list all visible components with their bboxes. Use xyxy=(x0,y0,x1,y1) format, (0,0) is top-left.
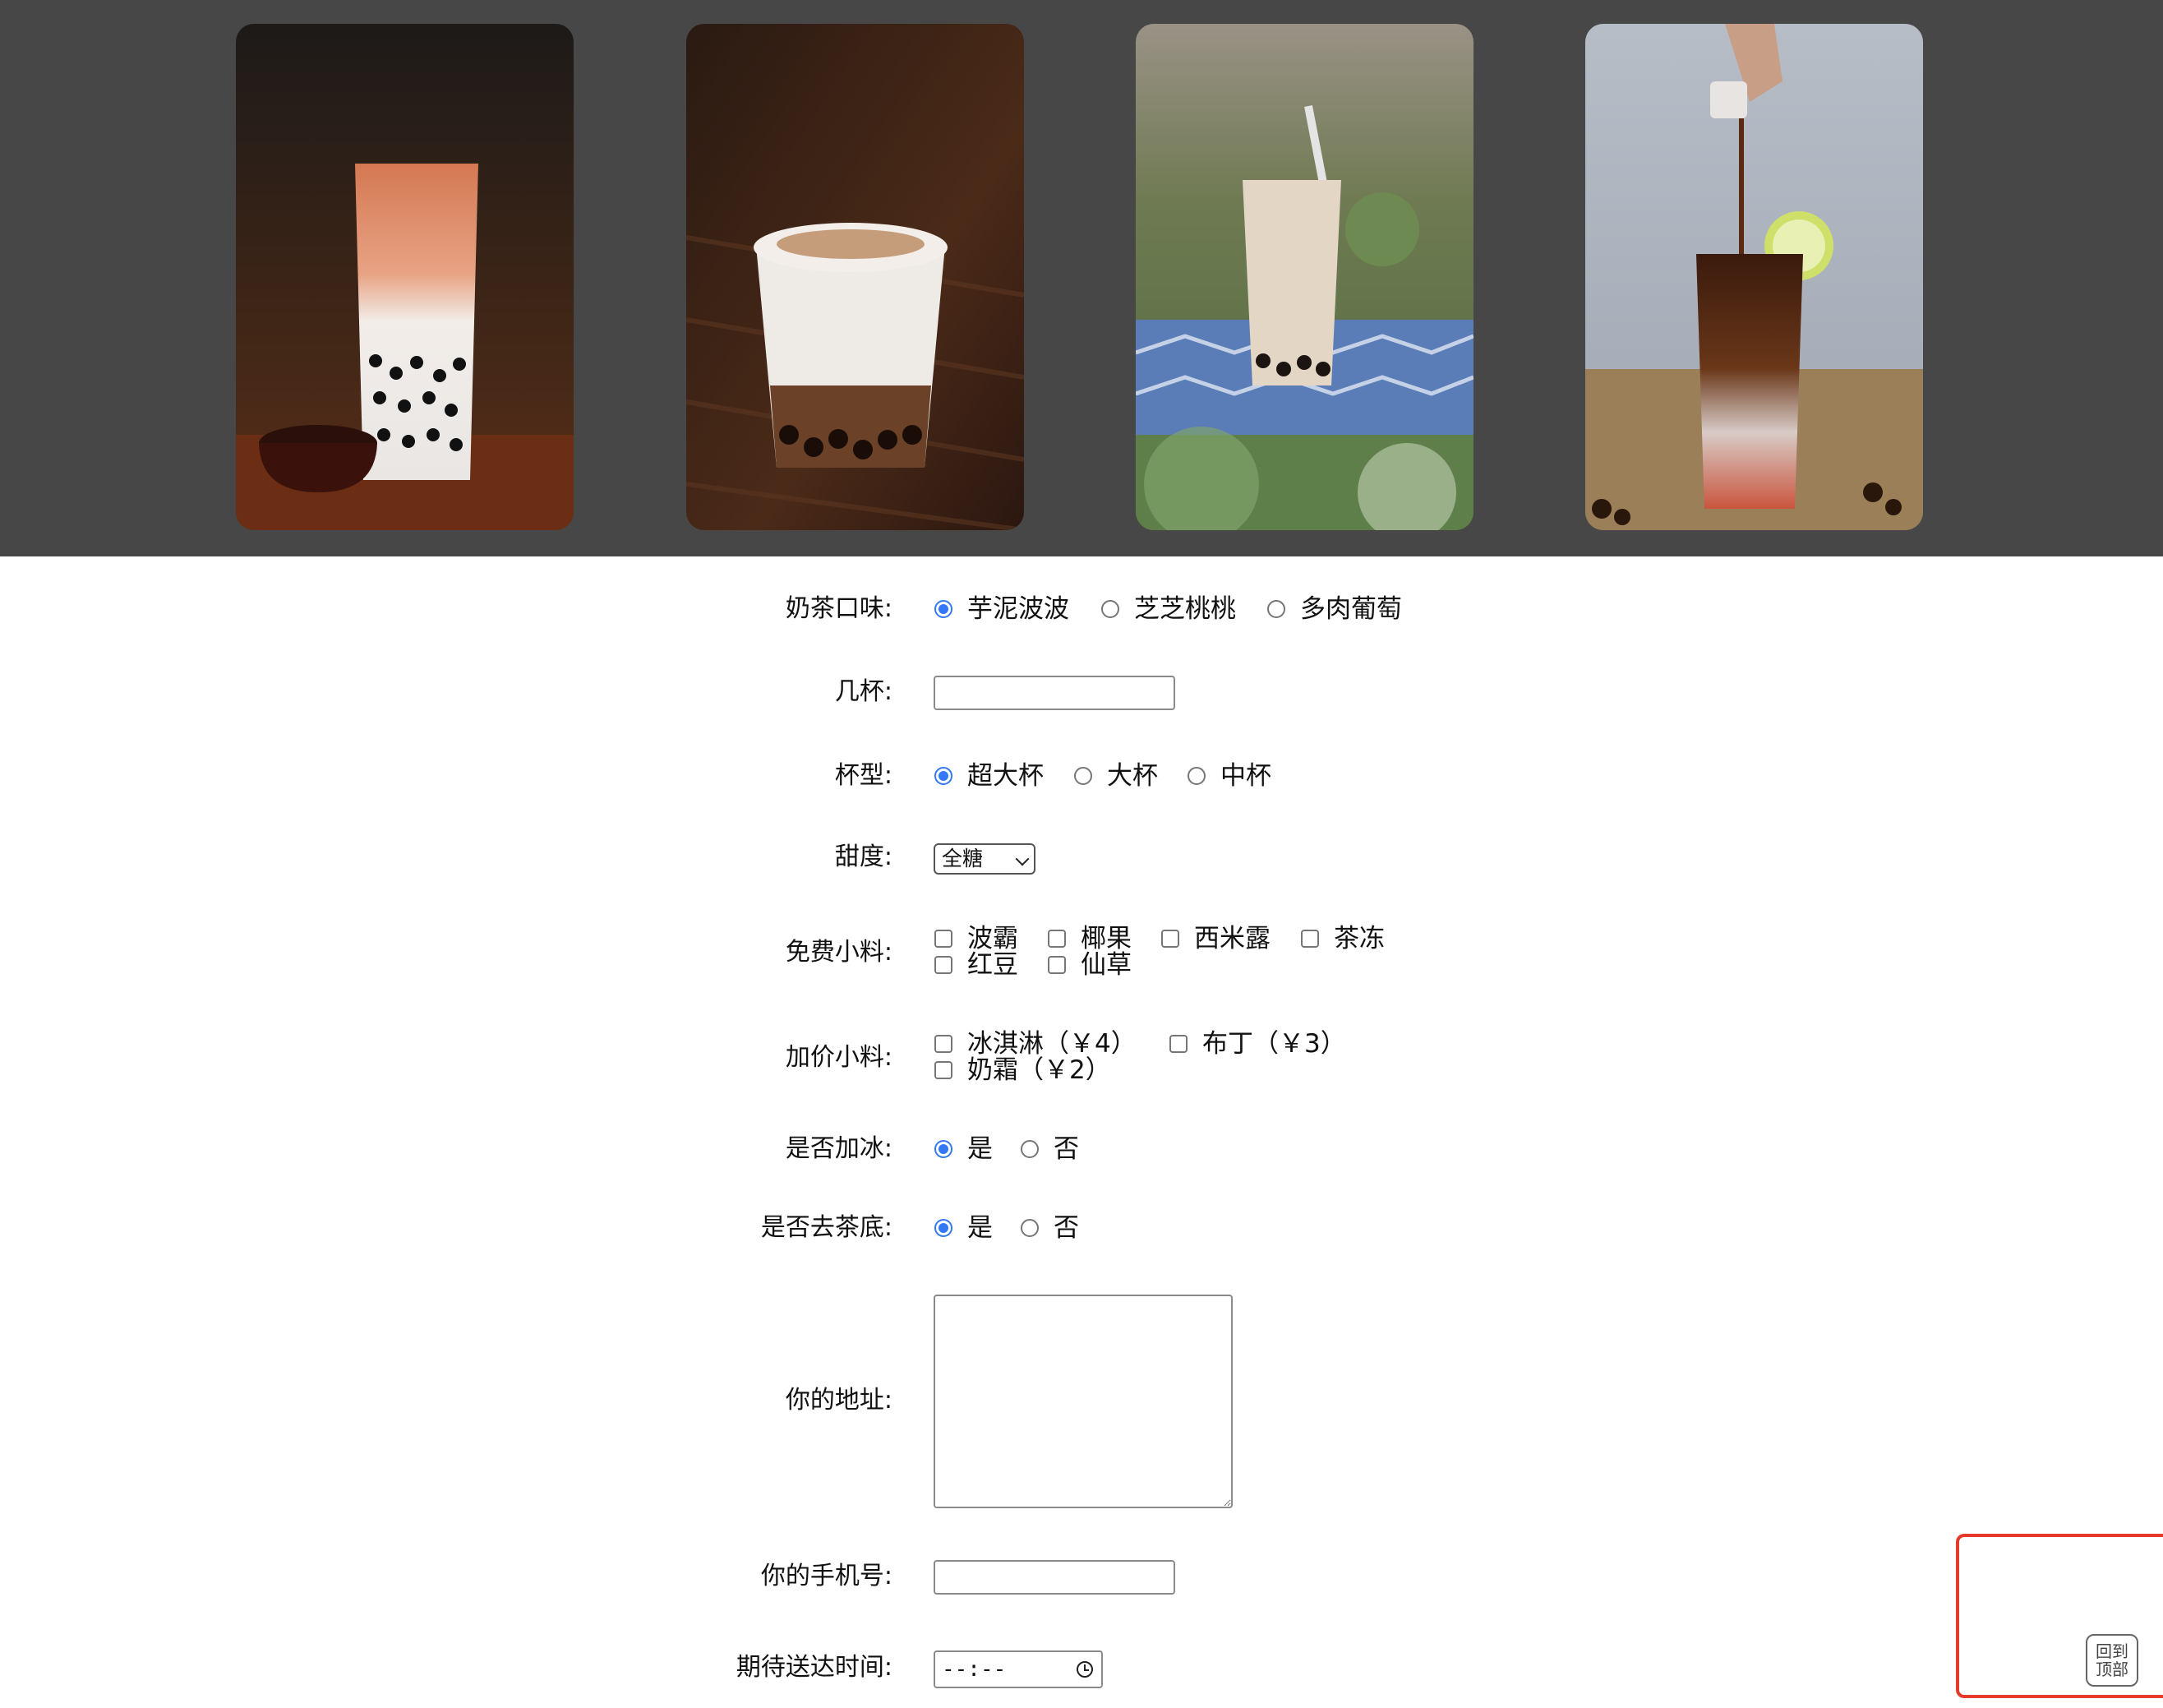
paid-topping-3[interactable]: 奶霜（￥2） xyxy=(967,1056,1111,1084)
clock-icon[interactable] xyxy=(1077,1661,1093,1678)
tea-base-option-no[interactable]: 否 xyxy=(1054,1214,1079,1242)
phone-label: 你的手机号: xyxy=(760,1562,892,1590)
paid-topping-2[interactable]: 布丁（￥3） xyxy=(1202,1030,1346,1058)
free-topping-5[interactable]: 红豆 xyxy=(967,951,1018,979)
cups-label: 几杯: xyxy=(834,677,892,706)
flavor-label: 奶茶口味: xyxy=(785,594,892,623)
paid-topping-1[interactable]: 冰淇淋（￥4） xyxy=(967,1030,1137,1058)
paid-toppings-label: 加价小料: xyxy=(785,1043,892,1072)
phone-input[interactable] xyxy=(934,1560,1175,1595)
delivery-time-value: --:-- xyxy=(942,1657,1007,1682)
size-option-3[interactable]: 中杯 xyxy=(1220,762,1271,790)
flavor-option-1[interactable]: 芋泥波波 xyxy=(967,595,1069,623)
size-option-2[interactable]: 大杯 xyxy=(1107,762,1158,790)
size-radio-3[interactable] xyxy=(1188,767,1206,785)
size-radio-2[interactable] xyxy=(1074,767,1092,785)
milk-tea-photo-1 xyxy=(236,24,574,530)
sweetness-select[interactable]: 全糖 xyxy=(934,843,1035,875)
free-topping-1[interactable]: 波霸 xyxy=(967,925,1018,953)
free-topping-2[interactable]: 椰果 xyxy=(1081,925,1132,953)
sweetness-label: 甜度: xyxy=(834,842,892,871)
chevron-down-icon xyxy=(1015,852,1030,866)
paid-topping-checkbox-1[interactable] xyxy=(934,1035,952,1053)
flavor-radio-2[interactable] xyxy=(1101,600,1119,618)
flavor-option-3[interactable]: 多肉葡萄 xyxy=(1300,595,1402,623)
free-topping-6[interactable]: 仙草 xyxy=(1081,951,1132,979)
ice-radio-no[interactable] xyxy=(1021,1140,1039,1158)
sweetness-selected: 全糖 xyxy=(942,847,984,870)
ice-option-yes[interactable]: 是 xyxy=(967,1135,993,1163)
address-label: 你的地址: xyxy=(785,1386,892,1415)
banner xyxy=(0,0,2163,556)
paid-topping-checkbox-3[interactable] xyxy=(934,1061,952,1079)
size-label: 杯型: xyxy=(834,761,892,790)
back-to-top-label: 回到顶部 xyxy=(2096,1641,2128,1679)
free-topping-checkbox-6[interactable] xyxy=(1048,956,1066,974)
flavor-option-2[interactable]: 芝芝桃桃 xyxy=(1134,595,1236,623)
free-topping-checkbox-4[interactable] xyxy=(1301,930,1319,948)
ice-option-no[interactable]: 否 xyxy=(1054,1135,1079,1163)
free-topping-checkbox-3[interactable] xyxy=(1161,930,1179,948)
free-toppings-label: 免费小料: xyxy=(785,938,892,967)
tea-base-radio-yes[interactable] xyxy=(934,1219,952,1237)
tea-base-label: 是否去茶底: xyxy=(760,1213,892,1242)
milk-tea-photo-2 xyxy=(686,24,1024,530)
tea-base-radio-no[interactable] xyxy=(1021,1219,1039,1237)
size-radio-1[interactable] xyxy=(934,767,952,785)
iced-tea-photo-4 xyxy=(1585,24,1923,530)
ice-radio-yes[interactable] xyxy=(934,1140,952,1158)
free-topping-4[interactable]: 茶冻 xyxy=(1334,925,1385,953)
flavor-radio-3[interactable] xyxy=(1267,600,1285,618)
paid-topping-checkbox-2[interactable] xyxy=(1169,1035,1188,1053)
free-topping-checkbox-1[interactable] xyxy=(934,930,952,948)
size-option-1[interactable]: 超大杯 xyxy=(967,762,1044,790)
flavor-radio-1[interactable] xyxy=(934,600,952,618)
delivery-time-input[interactable]: --:-- xyxy=(934,1650,1103,1688)
cups-input[interactable] xyxy=(934,676,1175,710)
address-textarea[interactable] xyxy=(934,1295,1233,1508)
ice-label: 是否加冰: xyxy=(785,1134,892,1163)
back-to-top-button[interactable]: 回到顶部 xyxy=(2086,1634,2138,1687)
tea-base-option-yes[interactable]: 是 xyxy=(967,1214,993,1242)
milk-tea-photo-3 xyxy=(1136,24,1474,530)
delivery-time-label: 期待送达时间: xyxy=(736,1653,892,1682)
free-topping-3[interactable]: 西米露 xyxy=(1194,925,1271,953)
free-topping-checkbox-5[interactable] xyxy=(934,956,952,974)
free-topping-checkbox-2[interactable] xyxy=(1048,930,1066,948)
